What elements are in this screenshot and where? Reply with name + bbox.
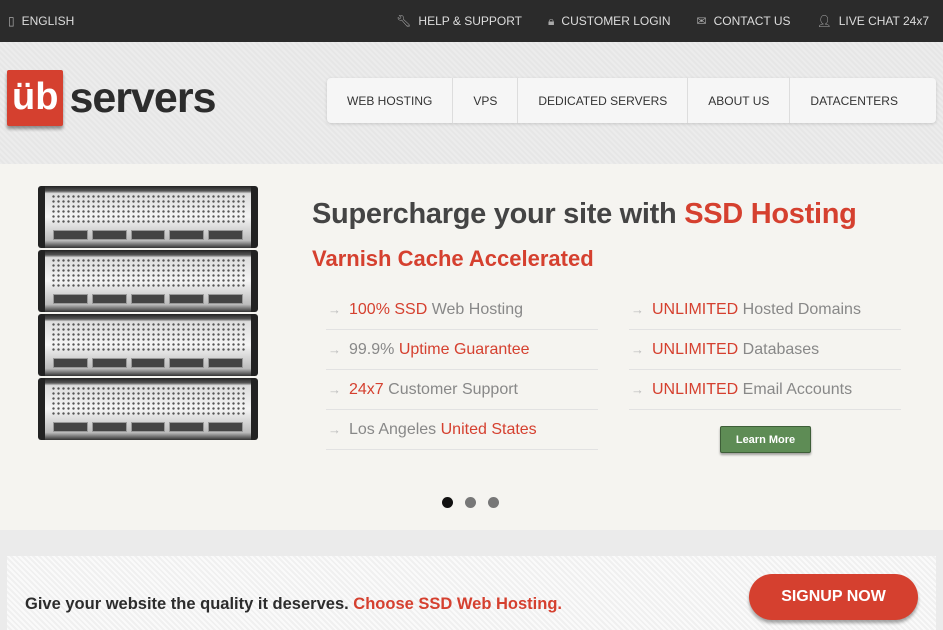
wrench-icon: 🔧︎ <box>396 14 412 28</box>
help-support-link[interactable]: 🔧︎ HELP & SUPPORT <box>396 14 522 28</box>
feature-item: → Los Angeles United States <box>326 410 598 450</box>
hero-slider: Supercharge your site with SSD Hosting V… <box>0 164 943 530</box>
feature-text: 99.9% <box>349 340 399 358</box>
signup-banner: Give your website the quality it deserve… <box>7 556 936 630</box>
link-label: CONTACT US <box>713 14 791 28</box>
slider-dots <box>442 497 499 508</box>
hero-title: Supercharge your site with SSD Hosting <box>312 198 932 231</box>
feature-text: UNLIMITED <box>652 340 739 358</box>
arrow-right-icon: → <box>328 422 341 437</box>
arrow-right-icon: → <box>328 382 341 397</box>
arrow-right-icon: → <box>328 342 341 357</box>
slide-dot[interactable] <box>442 497 453 508</box>
arrow-right-icon: → <box>631 382 644 397</box>
language-label: ENGLISH <box>21 14 75 28</box>
feature-item: → UNLIMITED Hosted Domains <box>629 290 901 330</box>
feature-text: 100% SSD <box>349 300 428 318</box>
cta-text: Give your website the quality it deserve… <box>25 595 562 614</box>
hero-title-text: Supercharge your site with <box>312 198 685 230</box>
feature-item: → UNLIMITED Email Accounts <box>629 370 901 410</box>
feature-item: → 100% SSD Web Hosting <box>326 290 598 330</box>
feature-text: Hosted Domains <box>738 300 861 318</box>
feature-text: 24x7 <box>349 380 384 398</box>
live-chat-link[interactable]: 👤︎ LIVE CHAT 24x7 <box>817 14 930 28</box>
feature-list-left: → 100% SSD Web Hosting → 99.9% Uptime Guara… <box>326 290 598 450</box>
user-icon: 👤︎ <box>816 14 832 28</box>
feature-list-right: → UNLIMITED Hosted Domains → UNLIMITED Data… <box>629 290 901 410</box>
logo-mark: üb <box>7 70 64 126</box>
feature-item: → 24x7 Customer Support <box>326 370 598 410</box>
hero-title-highlight: SSD Hosting <box>684 198 857 230</box>
feature-text: UNLIMITED <box>652 300 739 318</box>
feature-text: Los Angeles <box>349 420 441 438</box>
feature-text: Customer Support <box>383 380 518 398</box>
link-label: CUSTOMER LOGIN <box>561 14 671 28</box>
feature-text: Email Accounts <box>738 380 853 398</box>
feature-text: Databases <box>738 340 820 358</box>
contact-us-link[interactable]: ✉ CONTACT US <box>697 14 791 28</box>
hero-subtitle: Varnish Cache Accelerated <box>312 246 594 271</box>
feature-item: → UNLIMITED Databases <box>629 330 901 370</box>
slide-dot[interactable] <box>488 497 499 508</box>
main-nav: WEB HOSTING VPS DEDICATED SERVERS ABOUT … <box>327 78 936 123</box>
slide-dot[interactable] <box>465 497 476 508</box>
logo[interactable]: üb servers <box>7 70 216 126</box>
lock-icon: 🔒︎ <box>548 13 555 28</box>
cta-text-plain: Give your website the quality it deserve… <box>25 595 354 613</box>
language-selector[interactable]: ▯ ENGLISH <box>8 14 74 28</box>
feature-text: Web Hosting <box>427 300 524 318</box>
nav-web-hosting[interactable]: WEB HOSTING <box>327 78 454 123</box>
header: üb servers WEB HOSTING VPS DEDICATED SERV… <box>0 42 943 164</box>
learn-more-button[interactable]: Learn More <box>720 426 811 453</box>
link-label: LIVE CHAT 24x7 <box>838 14 929 28</box>
nav-about-us[interactable]: ABOUT US <box>688 78 791 123</box>
arrow-right-icon: → <box>631 342 644 357</box>
server-rack-image <box>38 186 258 442</box>
mobile-icon: ▯ <box>8 14 15 28</box>
signup-now-button[interactable]: SIGNUP NOW <box>749 574 918 620</box>
cta-text-highlight: Choose SSD Web Hosting. <box>353 595 563 613</box>
nav-dedicated-servers[interactable]: DEDICATED SERVERS <box>518 78 689 123</box>
link-label: HELP & SUPPORT <box>418 14 523 28</box>
envelope-icon: ✉ <box>696 14 707 28</box>
feature-text: UNLIMITED <box>652 380 739 398</box>
customer-login-link[interactable]: 🔒︎ CUSTOMER LOGIN <box>548 14 671 29</box>
logo-text: servers <box>69 73 216 122</box>
feature-text: Uptime Guarantee <box>398 340 530 358</box>
feature-text: United States <box>440 420 537 438</box>
top-bar: ▯ ENGLISH 🔧︎ HELP & SUPPORT 🔒︎ CUSTOMER LOG… <box>0 0 943 42</box>
arrow-right-icon: → <box>328 302 341 317</box>
arrow-right-icon: → <box>631 302 644 317</box>
feature-item: → 99.9% Uptime Guarantee <box>326 330 598 370</box>
nav-datacenters[interactable]: DATACENTERS <box>790 78 918 123</box>
nav-vps[interactable]: VPS <box>453 78 519 123</box>
